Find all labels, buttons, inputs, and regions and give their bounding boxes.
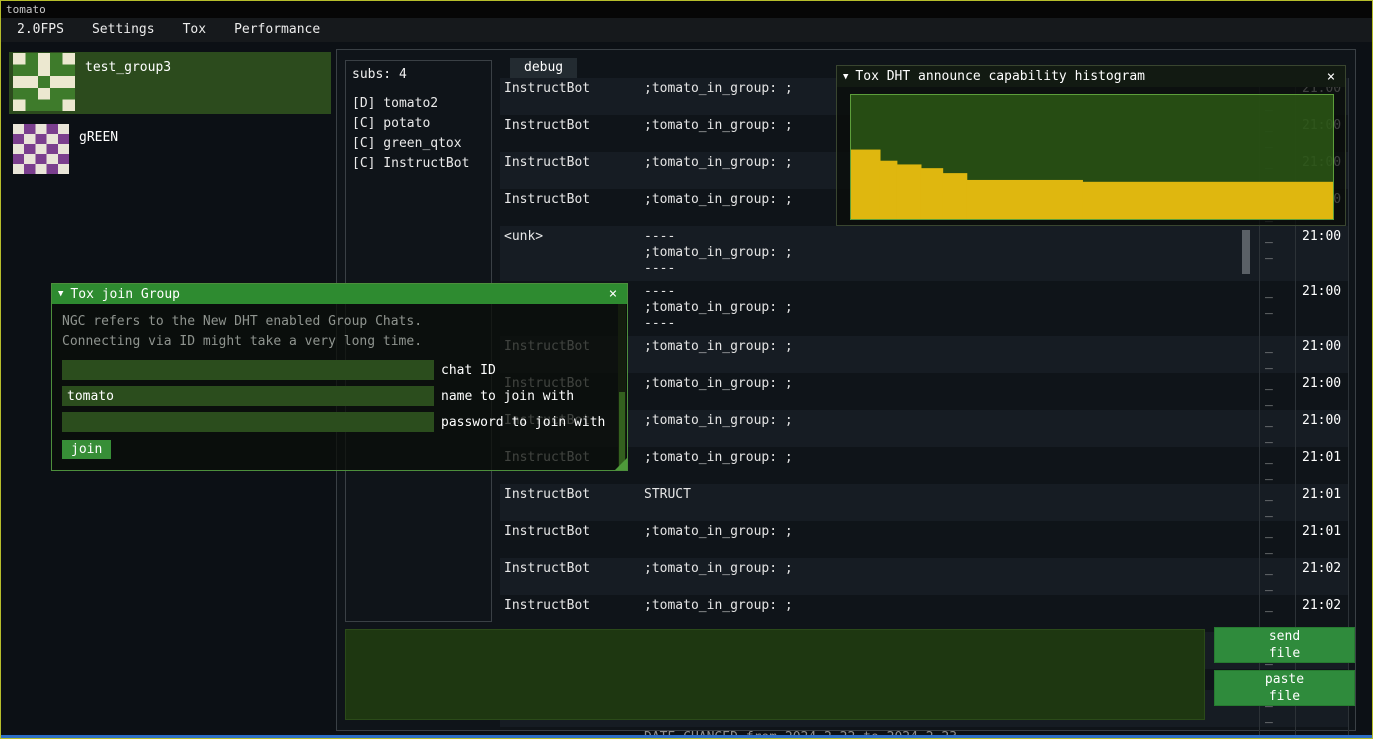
sender-name: <unk> xyxy=(500,226,640,281)
message-flags: _ _ xyxy=(1259,558,1295,595)
sender-name: InstructBot xyxy=(500,189,640,226)
message-time: 21:01 xyxy=(1295,484,1349,521)
collapse-arrow-icon[interactable]: ▼ xyxy=(58,289,63,299)
sender-name: InstructBot xyxy=(500,115,640,152)
message-flags: _ _ xyxy=(1259,521,1295,558)
window-titlebar[interactable]: tomato xyxy=(1,1,1372,18)
message-flags: _ _ xyxy=(1259,447,1295,484)
message-text: ;tomato_in_group: ; xyxy=(640,595,1259,632)
close-icon[interactable]: × xyxy=(605,286,621,302)
join-scrollbar[interactable] xyxy=(618,304,626,467)
menu-bar: 2.0FPSSettingsToxPerformance xyxy=(1,18,1372,42)
chat-scrollbar[interactable] xyxy=(1242,230,1250,274)
message-text: ---- ;tomato_in_group: ; ---- xyxy=(640,226,1259,281)
join-scrollbar-thumb[interactable] xyxy=(619,392,625,467)
join-field-chat-id[interactable] xyxy=(62,360,434,380)
join-field-label: chat ID xyxy=(441,363,496,378)
subs-count: subs: 4 xyxy=(352,67,485,82)
collapse-arrow-icon[interactable]: ▼ xyxy=(843,72,848,82)
histogram-window-titlebar[interactable]: ▼ Tox DHT announce capability histogram … xyxy=(837,66,1345,87)
message-time: 21:01 xyxy=(1295,447,1349,484)
member-d-tomato2[interactable]: [D] tomato2 xyxy=(352,96,485,116)
message-text: ;tomato_in_group: ; xyxy=(640,558,1259,595)
histogram-plot xyxy=(850,94,1334,220)
join-group-window: ▼ Tox join Group × NGC refers to the New… xyxy=(51,283,628,471)
group-item-test-group3[interactable]: test_group3 xyxy=(9,52,331,114)
join-field-password-to-join-with[interactable] xyxy=(62,412,434,432)
member-c-instructbot[interactable]: [C] InstructBot xyxy=(352,156,485,176)
join-fields: chat ID name to join with password to join… xyxy=(62,360,617,432)
join-window-title: Tox join Group xyxy=(70,287,605,302)
message-time: 21:00 xyxy=(1295,226,1349,281)
message-text: STRUCT xyxy=(640,484,1259,521)
message-time: 21:00 xyxy=(1295,410,1349,447)
sender-name: InstructBot xyxy=(500,484,640,521)
message-time: 21:00 xyxy=(1295,373,1349,410)
join-window-body: NGC refers to the New DHT enabled Group … xyxy=(52,304,627,470)
chat-row[interactable]: InstructBot;tomato_in_group: ;_ _21:02 xyxy=(500,558,1349,595)
member-list: [D] tomato2[C] potato[C] green_qtox[C] I… xyxy=(352,96,485,176)
group-name: gREEN xyxy=(79,130,118,184)
histogram-window: ▼ Tox DHT announce capability histogram … xyxy=(836,65,1346,226)
message-flags: _ _ xyxy=(1259,226,1295,281)
histogram-window-title: Tox DHT announce capability histogram xyxy=(855,69,1323,84)
window-title: tomato xyxy=(6,3,46,16)
send-file-button[interactable]: send file xyxy=(1214,627,1355,663)
close-icon[interactable]: × xyxy=(1323,69,1339,85)
message-flags: _ _ xyxy=(1259,373,1295,410)
tab-debug[interactable]: debug xyxy=(510,58,577,78)
join-info-line-1: NGC refers to the New DHT enabled Group … xyxy=(62,312,617,332)
chat-row[interactable]: <unk>---- ;tomato_in_group: ; ----_ _21:… xyxy=(500,226,1349,281)
app-root: tomato 2.0FPSSettingsToxPerformance test… xyxy=(0,0,1373,739)
join-field-label: password to join with xyxy=(441,415,605,430)
message-time: 21:01 xyxy=(1295,521,1349,558)
join-field-row: name to join with xyxy=(62,386,617,406)
message-flags: _ _ xyxy=(1259,281,1295,336)
message-text: ;tomato_in_group: ; xyxy=(640,373,1259,410)
resize-grip-icon[interactable] xyxy=(615,458,627,470)
paste-file-button[interactable]: paste file xyxy=(1214,670,1355,706)
sender-name: InstructBot xyxy=(500,521,640,558)
chat-row[interactable]: InstructBotSTRUCT_ _21:01 xyxy=(500,484,1349,521)
chat-row[interactable]: InstructBot;tomato_in_group: ;_ _21:01 xyxy=(500,521,1349,558)
menu-item-performance[interactable]: Performance xyxy=(222,18,332,42)
menu-item-2-0fps: 2.0FPS xyxy=(5,18,76,42)
sender-name: InstructBot xyxy=(500,152,640,189)
group-name: test_group3 xyxy=(85,60,171,114)
message-text: ;tomato_in_group: ; xyxy=(640,521,1259,558)
member-c-green-qtox[interactable]: [C] green_qtox xyxy=(352,136,485,156)
message-flags: _ _ xyxy=(1259,484,1295,521)
join-window-titlebar[interactable]: ▼ Tox join Group × xyxy=(52,284,627,304)
message-flags: _ _ xyxy=(1259,410,1295,447)
sender-name: InstructBot xyxy=(500,558,640,595)
join-field-row: chat ID xyxy=(62,360,617,380)
sender-name: InstructBot xyxy=(500,78,640,115)
bottom-edge xyxy=(1,735,1372,738)
join-field-row: password to join with xyxy=(62,412,617,432)
menu-item-tox[interactable]: Tox xyxy=(171,18,218,42)
message-text: ---- ;tomato_in_group: ; ---- xyxy=(640,281,1259,336)
message-text: ;tomato_in_group: ; xyxy=(640,336,1259,373)
message-text: ;tomato_in_group: ; xyxy=(640,410,1259,447)
join-info-line-2: Connecting via ID might take a very long… xyxy=(62,332,617,352)
group-avatar xyxy=(13,53,75,111)
member-c-potato[interactable]: [C] potato xyxy=(352,116,485,136)
message-time: 21:00 xyxy=(1295,281,1349,336)
message-text: ;tomato_in_group: ; xyxy=(640,447,1259,484)
join-button[interactable]: join xyxy=(62,440,111,459)
group-avatar xyxy=(13,124,69,174)
message-time: 21:02 xyxy=(1295,558,1349,595)
group-item-green[interactable]: gREEN xyxy=(9,122,331,184)
message-input[interactable] xyxy=(345,629,1205,720)
message-time: 21:00 xyxy=(1295,336,1349,373)
message-flags: _ _ xyxy=(1259,336,1295,373)
menu-item-settings[interactable]: Settings xyxy=(80,18,167,42)
sender-name: InstructBot xyxy=(500,595,640,632)
join-field-label: name to join with xyxy=(441,389,574,404)
join-field-name-to-join-with[interactable] xyxy=(62,386,434,406)
